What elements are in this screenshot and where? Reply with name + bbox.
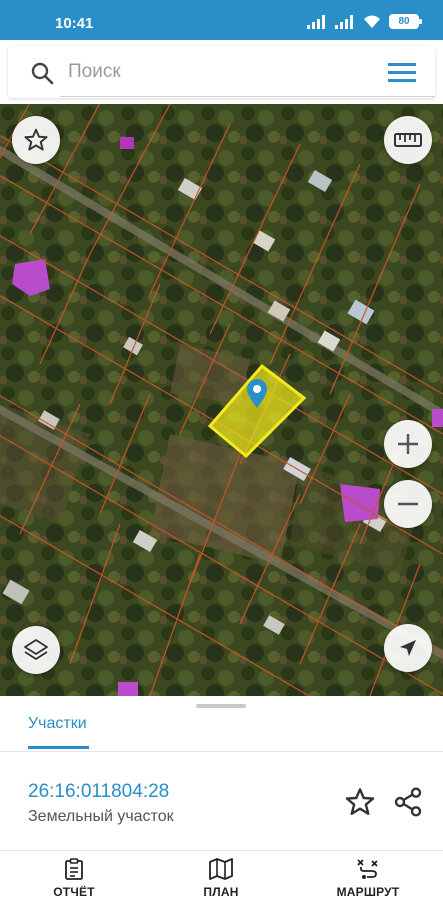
nav-route[interactable]: МАРШРУТ — [323, 857, 413, 907]
report-icon — [65, 858, 83, 880]
zoom-out-button[interactable] — [384, 480, 432, 528]
search-icon[interactable] — [30, 61, 54, 85]
map-view[interactable] — [0, 104, 443, 696]
my-location-button[interactable] — [384, 624, 432, 672]
nav-report[interactable]: ОТЧЁТ — [29, 857, 119, 907]
status-bar: 10:41 80 — [0, 0, 443, 40]
search-underline — [60, 96, 435, 97]
nav-report-label: ОТЧЁТ — [53, 885, 95, 899]
plus-icon — [398, 434, 418, 454]
ruler-icon — [394, 133, 422, 147]
signal-icon-2 — [335, 14, 353, 29]
status-time: 10:41 — [55, 15, 94, 32]
sheet-drag-handle[interactable] — [196, 704, 246, 708]
search-box — [8, 46, 435, 98]
nav-plan[interactable]: ПЛАН — [176, 857, 266, 907]
map-plan-icon — [209, 858, 233, 880]
minus-icon — [398, 502, 418, 506]
battery-indicator: 80 — [389, 14, 422, 29]
tab-parcels-indicator — [28, 746, 89, 749]
navigation-arrow-icon — [400, 640, 416, 656]
bottom-sheet: Участки 26:16:011804:28 Земельный участо… — [0, 696, 443, 850]
parcel-type-label: Земельный участок — [28, 808, 174, 825]
zoom-in-button[interactable] — [384, 420, 432, 468]
tab-parcels[interactable]: Участки — [28, 715, 87, 733]
layers-icon — [24, 639, 48, 660]
nav-route-label: МАРШРУТ — [336, 885, 400, 899]
share-icon[interactable] — [392, 786, 424, 818]
star-icon — [24, 128, 48, 151]
route-icon — [357, 859, 378, 879]
favorite-parcel-star-icon[interactable] — [344, 786, 376, 818]
status-icons: 80 — [307, 14, 422, 29]
ruler-button[interactable] — [384, 116, 432, 164]
tab-divider — [0, 751, 443, 752]
layers-button[interactable] — [12, 626, 60, 674]
menu-icon[interactable] — [387, 60, 417, 84]
nav-plan-label: ПЛАН — [203, 885, 239, 899]
bottom-navigation: ОТЧЁТ ПЛАН МАРШРУТ — [0, 850, 443, 910]
parcel-cadastral-number[interactable]: 26:16:011804:28 — [28, 781, 169, 803]
signal-icon — [307, 14, 325, 29]
search-input[interactable] — [68, 58, 368, 86]
favorites-map-button[interactable] — [12, 116, 60, 164]
search-bar — [0, 40, 443, 104]
wifi-icon — [364, 15, 380, 28]
satellite-map[interactable] — [0, 104, 443, 696]
